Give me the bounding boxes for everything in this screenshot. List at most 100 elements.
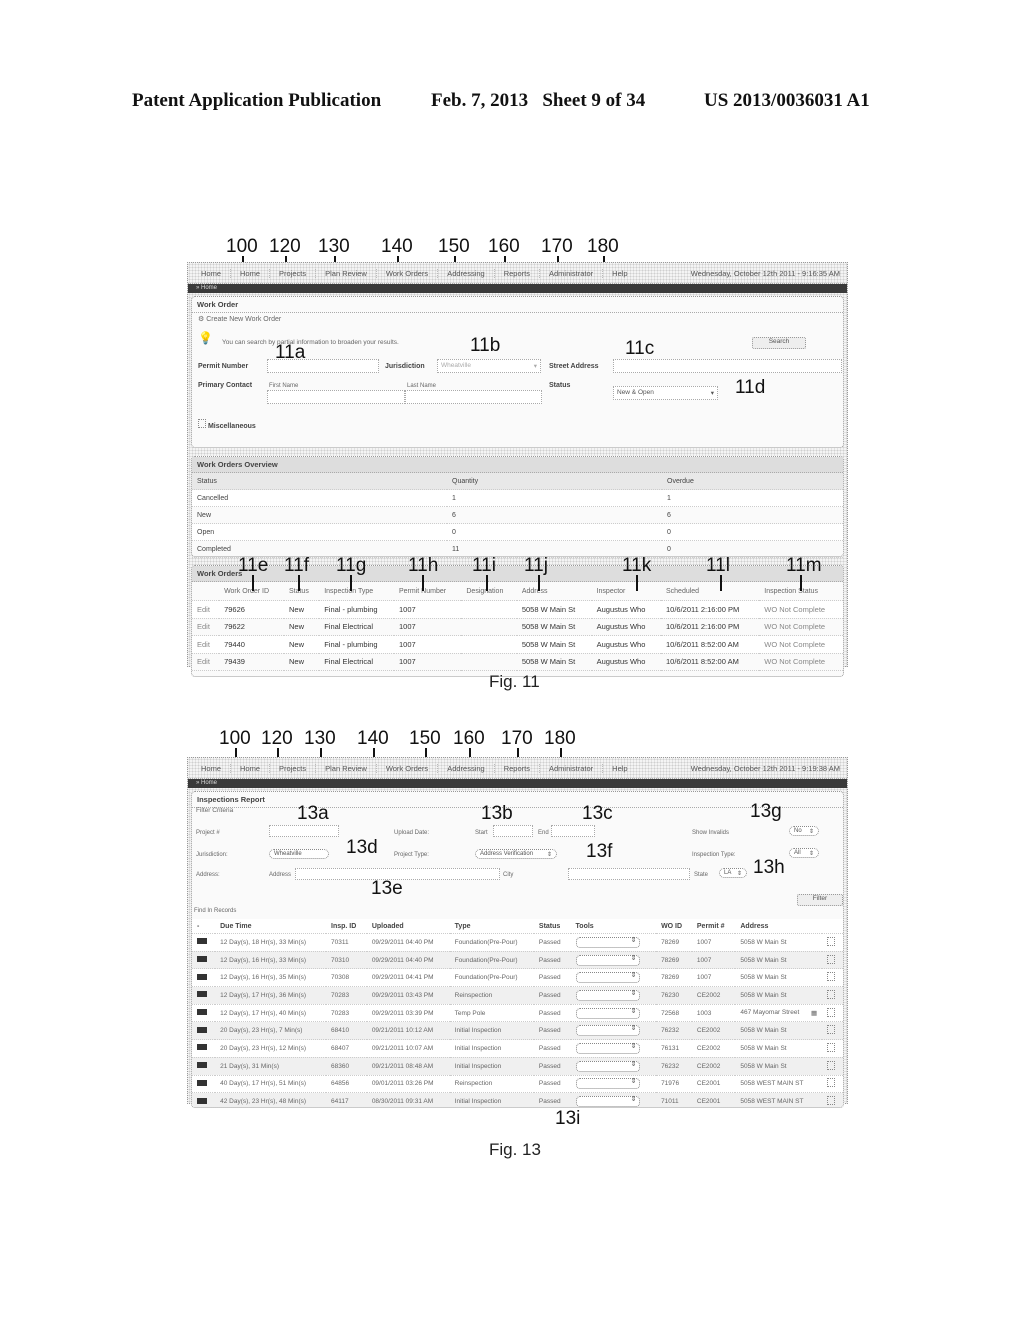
cell: 79440	[219, 635, 284, 654]
column-header[interactable]: Tools	[570, 919, 657, 934]
state-select[interactable]: LA ⇕	[719, 868, 747, 878]
nav-item-help[interactable]: Help	[603, 269, 636, 278]
project-type-select[interactable]: Address Verification ⇕	[475, 849, 557, 859]
column-header[interactable]: Scheduled	[660, 582, 760, 601]
row-checkbox[interactable]	[827, 1096, 836, 1106]
nav-item-home[interactable]: Home	[231, 268, 271, 278]
row-checkbox[interactable]	[827, 936, 836, 946]
tools-select[interactable]	[575, 1077, 640, 1090]
column-header[interactable]: Inspection Type	[319, 582, 394, 601]
tools-select[interactable]	[575, 1060, 640, 1072]
nav-item-addressing[interactable]: Addressing	[438, 763, 495, 773]
fig13-breadcrumb[interactable]: » Home	[188, 779, 847, 788]
column-header[interactable]: Status	[533, 919, 571, 934]
create-work-order-link[interactable]: ⚙ Create New Work Order	[198, 315, 281, 323]
nav-item-help[interactable]: Help	[603, 764, 636, 773]
nav-item-addressing[interactable]: Addressing	[438, 268, 495, 278]
cell: New	[283, 618, 320, 636]
tools-select[interactable]	[575, 1042, 640, 1054]
overview-col-quantity[interactable]: Quantity	[447, 473, 662, 490]
column-header[interactable]: Uploaded	[366, 919, 450, 934]
column-header[interactable]: Due Time	[215, 919, 327, 934]
nav-item-plan-review[interactable]: Plan Review	[316, 268, 377, 278]
edit-link[interactable]: Edit	[192, 618, 220, 636]
tools-select[interactable]	[575, 971, 640, 984]
tools-select[interactable]	[575, 1024, 640, 1037]
search-button[interactable]: Search	[752, 337, 806, 349]
end-date-input[interactable]	[551, 825, 595, 837]
nav-item-work-orders[interactable]: Work Orders	[377, 268, 439, 278]
row-checkbox[interactable]	[827, 1078, 836, 1088]
column-header[interactable]: Address	[735, 919, 823, 934]
start-date-input[interactable]	[493, 825, 533, 837]
jurisdiction-select[interactable]: Wheatville ▾	[437, 359, 541, 373]
last-name-input[interactable]	[405, 390, 542, 404]
overview-col-overdue[interactable]: Overdue	[662, 473, 843, 490]
row-checkbox[interactable]	[827, 989, 836, 999]
row-checkbox[interactable]	[827, 972, 836, 982]
tools-select[interactable]	[575, 1007, 640, 1019]
column-header[interactable]: Permit Number	[394, 582, 462, 601]
nav-item-projects[interactable]: Projects	[270, 268, 317, 278]
nav-item-work-orders[interactable]: Work Orders	[377, 763, 439, 773]
nav-item-reports[interactable]: Reports	[495, 763, 540, 773]
filter-button[interactable]: Filter	[797, 894, 843, 906]
overview-cell: 0	[447, 523, 662, 541]
inspection-type-select[interactable]: All ⇕	[789, 848, 819, 858]
edit-link[interactable]: Edit	[192, 600, 220, 619]
nav-item-administrator[interactable]: Administrator	[540, 763, 604, 773]
fig11-breadcrumb[interactable]: » Home	[188, 284, 847, 293]
nav-item-reports[interactable]: Reports	[495, 268, 540, 278]
tools-select[interactable]	[575, 936, 640, 948]
column-header[interactable]: Status	[283, 582, 320, 601]
row-checkbox[interactable]	[827, 1025, 836, 1035]
show-invalids-select[interactable]: No ⇕	[789, 826, 819, 836]
column-header[interactable]: Designation	[461, 582, 517, 601]
tools-select[interactable]	[575, 954, 640, 966]
nav-item-home[interactable]: Home	[192, 268, 232, 278]
street-address-input[interactable]	[613, 359, 842, 373]
overview-col-status[interactable]: Status	[192, 473, 447, 490]
leader-line	[298, 575, 300, 591]
nav-item-home[interactable]: Home	[231, 763, 271, 773]
table-row: 20 Day(s), 23 Hr(s), 12 Min(s) 68407 09/21…	[192, 1039, 843, 1058]
inspection-type-value: All	[794, 850, 801, 856]
first-name-input[interactable]	[267, 390, 405, 404]
column-header[interactable]: Permit #	[691, 919, 736, 934]
jurisdiction-select[interactable]: Wheatville	[269, 849, 329, 859]
attachment-icon[interactable]: ▦	[811, 1009, 817, 1017]
row-checkbox[interactable]	[827, 1042, 836, 1052]
edit-link[interactable]: Edit	[192, 635, 220, 654]
search-hint: You can search by partial information to…	[222, 339, 399, 346]
ref-180: 180	[587, 236, 619, 257]
city-input[interactable]	[568, 868, 690, 880]
column-header[interactable]: Insp. ID	[326, 919, 367, 934]
nav-item-administrator[interactable]: Administrator	[540, 268, 604, 278]
nav-item-projects[interactable]: Projects	[270, 763, 317, 773]
cell: Reinspection	[449, 986, 534, 1005]
table-row: Edit 79622 New Final Electrical 1007 5058 W M…	[192, 618, 843, 636]
cell: 1003	[691, 1004, 736, 1023]
column-header[interactable]: WO ID	[656, 919, 692, 934]
nav-item-home[interactable]: Home	[192, 763, 232, 773]
column-header[interactable]: -	[192, 919, 216, 934]
lightbulb-icon: 💡	[198, 331, 213, 345]
miscellaneous-toggle[interactable]: Miscellaneous	[198, 419, 256, 430]
tools-select[interactable]	[575, 1095, 640, 1107]
row-marker	[192, 968, 216, 988]
status-select[interactable]: New & Open ▾	[613, 386, 718, 400]
ref-120: 120	[269, 236, 301, 257]
column-header[interactable]: Address	[516, 582, 592, 601]
edit-link[interactable]: Edit	[192, 653, 220, 671]
column-header[interactable]: Inspector	[591, 582, 661, 601]
ref-11d: 11d	[735, 377, 766, 398]
column-header[interactable]: Type	[449, 919, 534, 934]
project-number-input[interactable]	[269, 825, 339, 837]
column-header[interactable]	[822, 919, 843, 934]
row-checkbox[interactable]	[827, 1060, 836, 1070]
column-header[interactable]	[192, 582, 220, 601]
nav-item-plan-review[interactable]: Plan Review	[316, 763, 377, 773]
row-checkbox[interactable]	[827, 1007, 836, 1017]
row-checkbox[interactable]	[827, 954, 836, 964]
tools-select[interactable]	[575, 989, 640, 1001]
